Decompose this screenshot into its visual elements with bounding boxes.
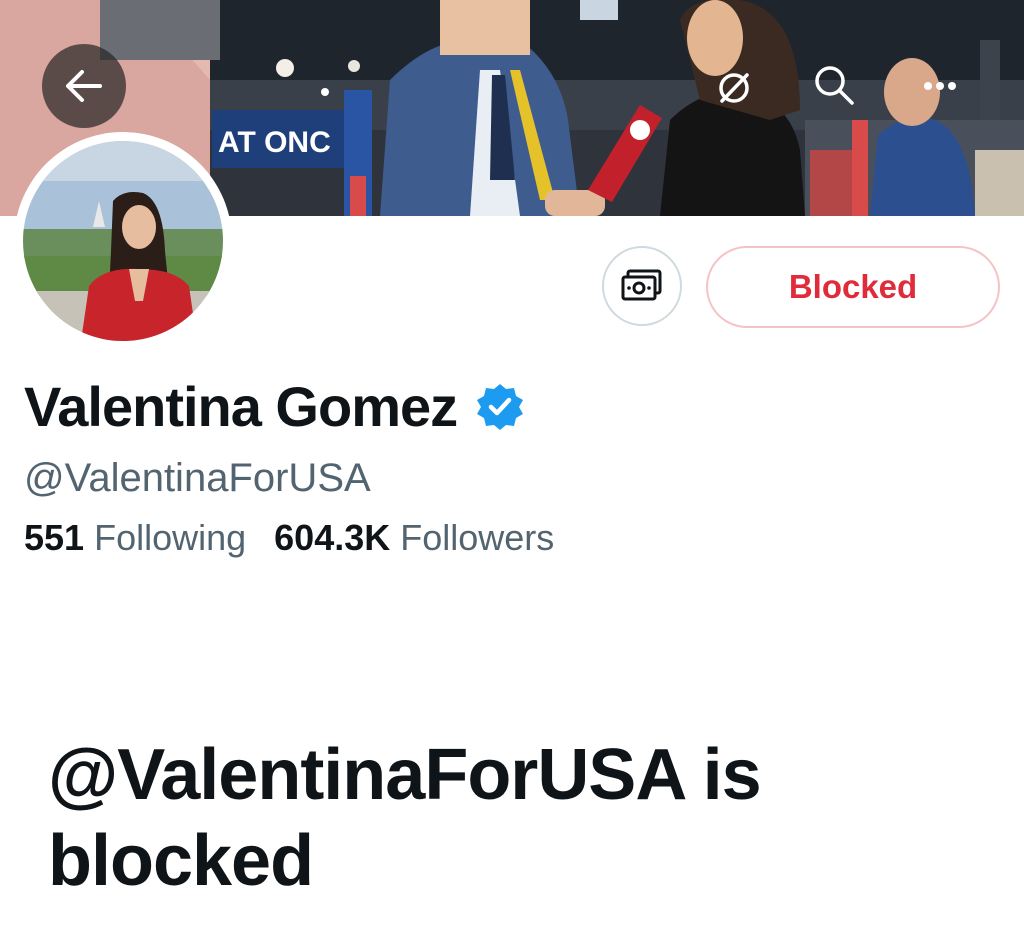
banner-sign-text: AT ONC: [218, 126, 331, 159]
grok-icon: [719, 73, 749, 103]
blocked-notice-title: @ValentinaForUSA is blocked: [48, 735, 762, 901]
following-label: Following: [94, 517, 247, 558]
following-link[interactable]: 551 Following: [24, 516, 246, 560]
money-icon: [621, 269, 662, 301]
profile-stats: 551 Following 604.3K Followers: [24, 516, 554, 560]
grok-button[interactable]: [704, 58, 764, 118]
search-icon: [815, 66, 854, 105]
back-button[interactable]: [42, 44, 126, 128]
following-count: 551: [24, 517, 85, 558]
blocked-button[interactable]: Blocked: [706, 246, 1000, 328]
avatar-image: [23, 141, 223, 341]
tip-button[interactable]: [602, 246, 682, 326]
followers-count: 604.3K: [274, 517, 391, 558]
more-button[interactable]: [910, 56, 970, 116]
profile-name-row: Valentina Gomez: [24, 375, 525, 439]
more-icon: [924, 82, 956, 90]
search-button[interactable]: [804, 55, 864, 115]
verified-badge-icon[interactable]: [475, 382, 525, 432]
avatar[interactable]: [14, 132, 232, 350]
followers-link[interactable]: 604.3K Followers: [274, 516, 554, 560]
arrow-left-icon: [66, 70, 102, 102]
blocked-button-label: Blocked: [788, 268, 918, 305]
display-name: Valentina Gomez: [24, 375, 458, 438]
profile-handle: @ValentinaForUSA: [24, 456, 371, 500]
followers-label: Followers: [400, 517, 555, 558]
